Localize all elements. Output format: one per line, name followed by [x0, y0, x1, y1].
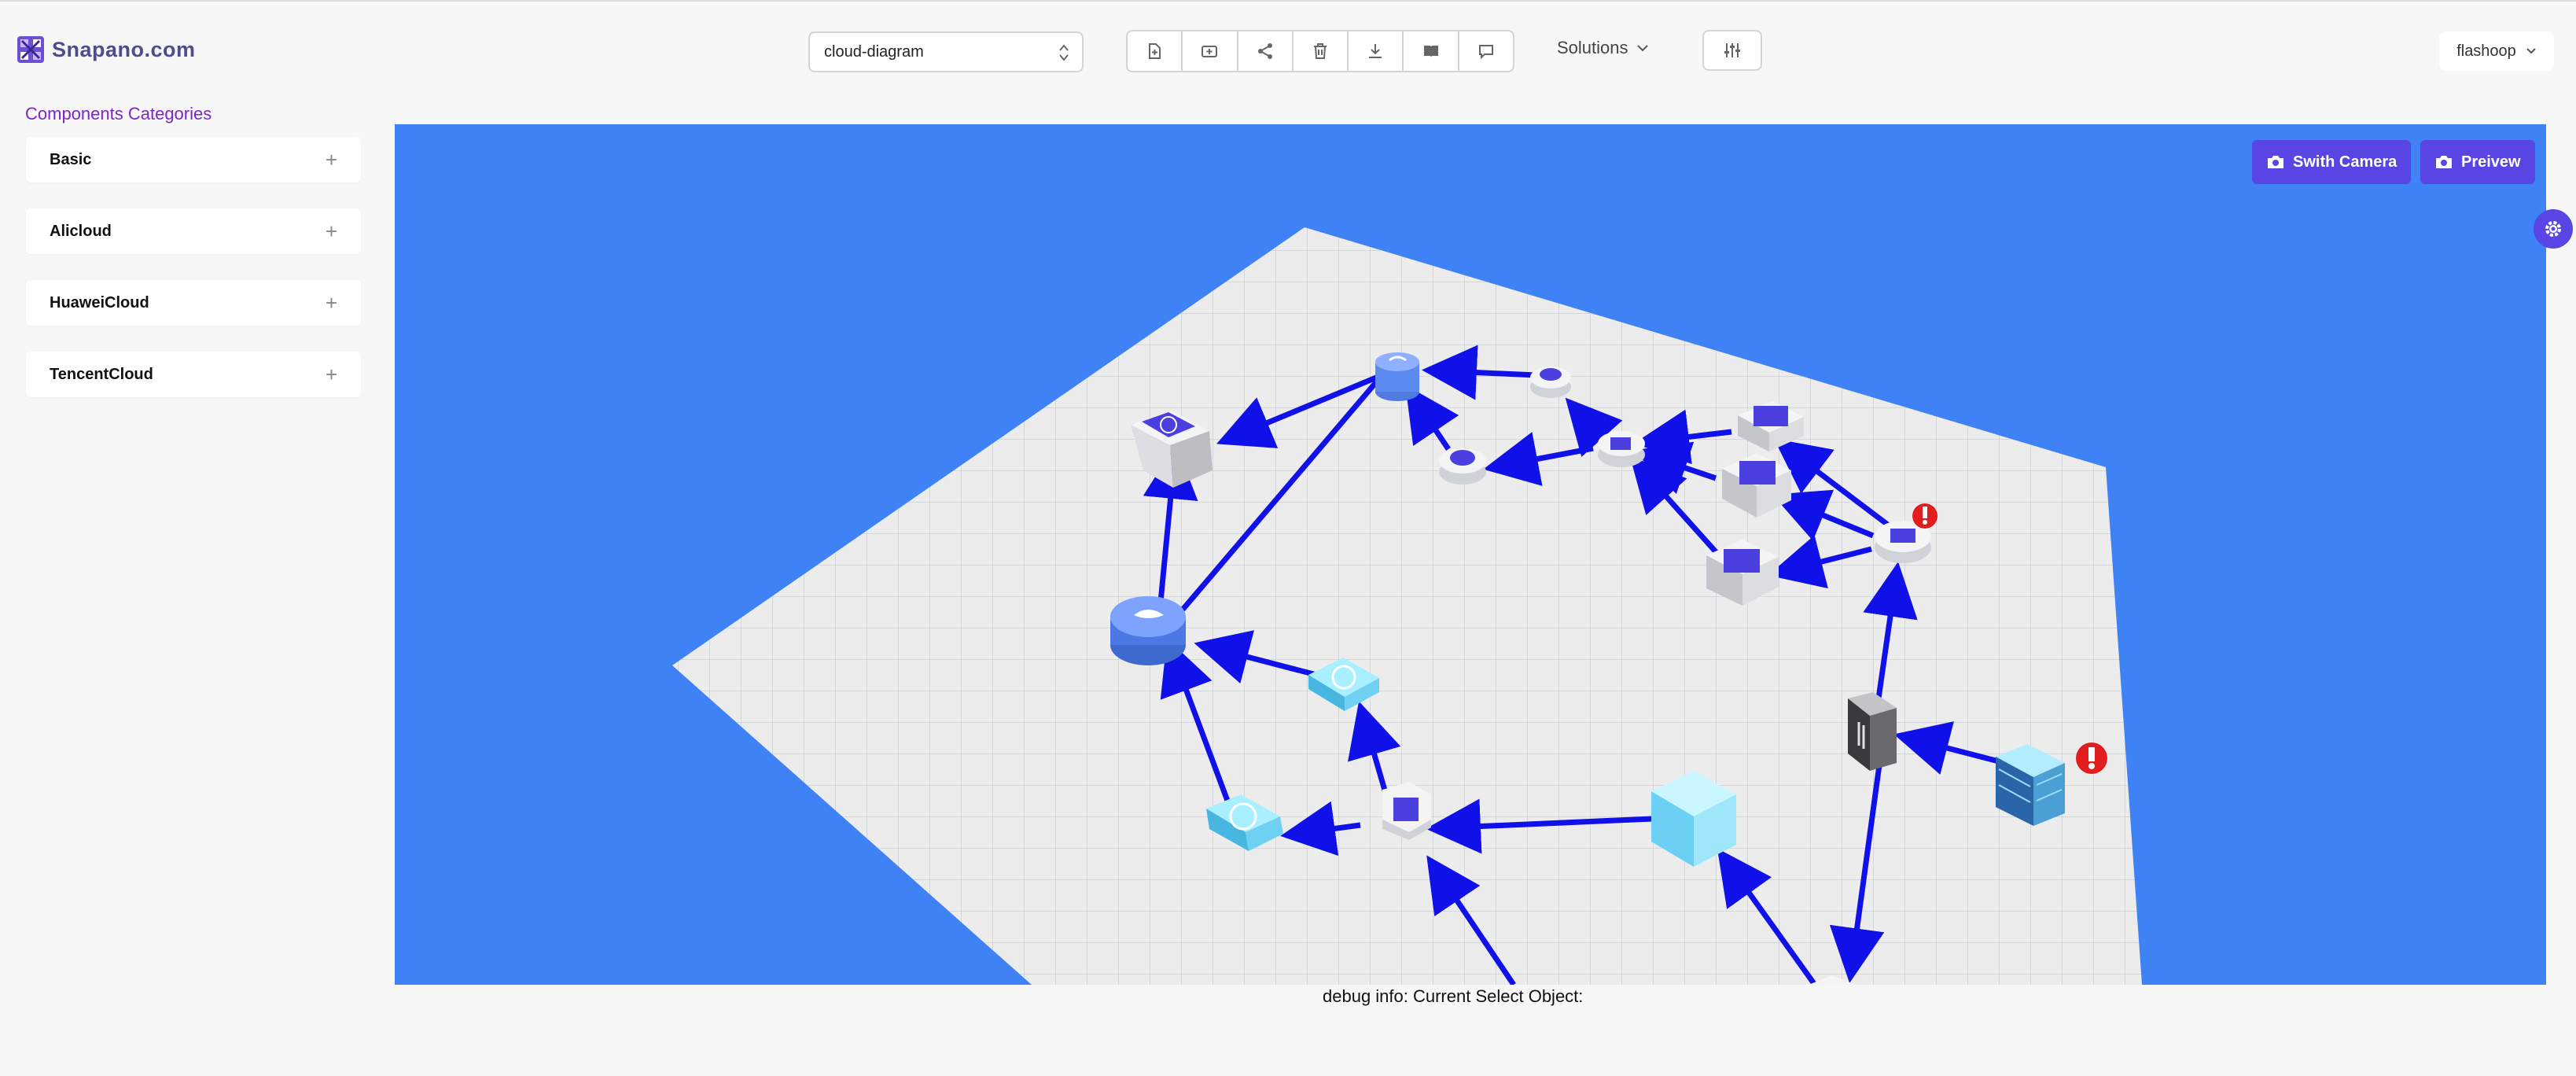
- category-label: TencentCloud: [50, 365, 153, 383]
- category-label: Alicloud: [50, 222, 112, 240]
- category-tencentcloud[interactable]: TencentCloud +: [26, 352, 361, 397]
- plus-icon: +: [325, 147, 337, 171]
- scene-3d[interactable]: [395, 124, 2546, 985]
- solutions-label: Solutions: [1557, 38, 1628, 57]
- diagram-canvas[interactable]: Swith Camera Preivew: [395, 124, 2546, 985]
- logo-icon: [17, 36, 44, 63]
- warning-icon: [2076, 743, 2107, 774]
- node-hex-center[interactable]: [1382, 782, 1431, 840]
- solutions-dropdown[interactable]: Solutions: [1557, 38, 1649, 58]
- camera-icon: [2268, 156, 2283, 168]
- components-categories-title: Components Categories: [25, 104, 212, 123]
- chevron-down-icon: [2526, 48, 2536, 54]
- chevron-down-icon: [1636, 45, 1648, 52]
- download-icon: [1369, 44, 1382, 58]
- preview-label: Preivew: [2461, 153, 2521, 171]
- select-updown-icon: [1059, 44, 1069, 61]
- user-name: flashoop: [2456, 42, 2516, 60]
- node-cdn-top[interactable]: [1530, 367, 1571, 398]
- share-button[interactable]: [1238, 31, 1294, 71]
- plus-icon: +: [325, 362, 337, 386]
- node-database-top[interactable]: [1375, 352, 1419, 401]
- download-button[interactable]: [1349, 31, 1404, 71]
- node-server-black[interactable]: [1848, 692, 1897, 771]
- plus-icon: +: [325, 219, 337, 243]
- node-router-hub[interactable]: [1598, 431, 1645, 467]
- category-alicloud[interactable]: Alicloud +: [26, 208, 361, 254]
- preview-button[interactable]: Preivew: [2420, 140, 2535, 184]
- gear-icon: [2545, 221, 2561, 237]
- settings-fab[interactable]: [2534, 209, 2573, 249]
- user-menu[interactable]: flashoop: [2439, 31, 2554, 71]
- switch-camera-button[interactable]: Swith Camera: [2252, 140, 2412, 184]
- diagram-select[interactable]: cloud-diagram: [808, 31, 1084, 72]
- camera-icon: [2436, 156, 2452, 168]
- logo[interactable]: Snapano.com: [17, 36, 196, 63]
- category-basic[interactable]: Basic +: [26, 137, 361, 182]
- delete-button[interactable]: [1294, 31, 1349, 71]
- debug-info: debug info: Current Select Object:: [1323, 986, 1584, 1006]
- share-icon: [1257, 43, 1272, 59]
- ground-plane: [672, 227, 2142, 985]
- toolbar: [1126, 30, 1514, 72]
- plus-icon: +: [325, 290, 337, 315]
- add-model-button[interactable]: [1183, 31, 1238, 71]
- node-cdn-middle[interactable]: [1439, 448, 1486, 485]
- book-button[interactable]: [1404, 31, 1459, 71]
- category-huaweicloud[interactable]: HuaweiCloud +: [26, 280, 361, 326]
- warning-icon: [1912, 503, 1938, 529]
- book-icon: [1423, 46, 1438, 57]
- new-file-icon: [1149, 43, 1161, 59]
- sliders-icon: [1724, 43, 1740, 57]
- node-load-balancer[interactable]: [1110, 596, 1186, 665]
- new-file-button[interactable]: [1128, 31, 1183, 71]
- comment-icon: [1478, 45, 1493, 60]
- comment-button[interactable]: [1459, 31, 1513, 71]
- add-model-icon: [1202, 46, 1218, 57]
- adjustments-button[interactable]: [1702, 30, 1762, 71]
- switch-camera-label: Swith Camera: [2293, 153, 2398, 171]
- category-label: HuaweiCloud: [50, 293, 149, 311]
- diagram-select-value: cloud-diagram: [824, 42, 924, 61]
- logo-text: Snapano.com: [52, 37, 196, 61]
- delete-icon: [1313, 43, 1327, 59]
- category-label: Basic: [50, 150, 92, 168]
